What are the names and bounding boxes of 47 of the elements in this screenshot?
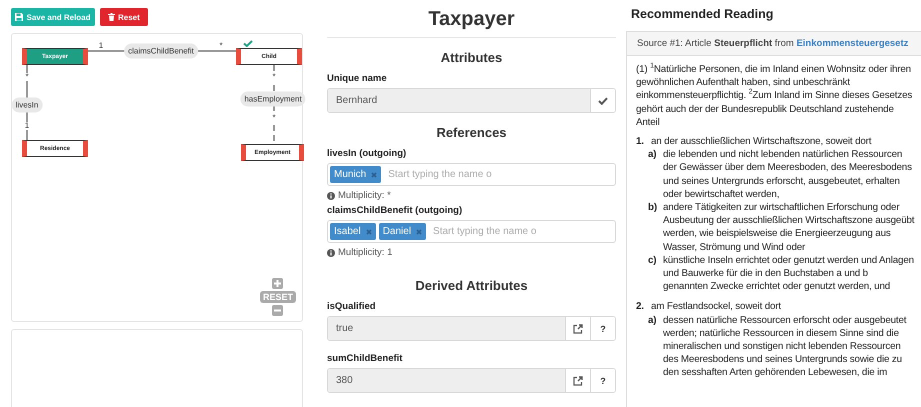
list-letter: a) (648, 148, 658, 162)
reset-button[interactable]: Reset (100, 8, 148, 26)
field-label: claimsChildBenefit (outgoing) (327, 205, 464, 216)
trash-icon (108, 13, 115, 21)
association-label[interactable]: hasEmployment (240, 92, 306, 106)
list-letter: a) (648, 314, 658, 328)
section-title: Recommended Reading (631, 7, 774, 21)
list-item-text: am Festlandsockel, soweit dort (651, 300, 782, 314)
reference-field[interactable]: Isabel Daniel Start typing the name o (327, 220, 616, 243)
remove-icon[interactable] (371, 172, 378, 178)
reference-field[interactable]: Munich Start typing the name o (327, 163, 616, 186)
multiplicity-label: 1 (98, 42, 104, 50)
association-label[interactable]: claimsChildBenefit (124, 44, 198, 58)
section-heading: Derived Attributes (414, 278, 529, 293)
section-heading: Attributes (440, 50, 504, 65)
multiplicity-label: * (24, 73, 30, 81)
multiplicity-hint: Multiplicity: * (338, 190, 391, 201)
reference-tag[interactable]: Daniel (378, 223, 426, 240)
multiplicity-label: * (271, 73, 277, 81)
list-item-text: künstliche Inseln errichtet oder genutzt werden und Anlagen und Bauwerke für die in den Buchstaben a und b genannten Zwecke errichtet oder genutzt werden, und (663, 254, 915, 294)
list-letter: b) (648, 201, 658, 216)
remove-icon[interactable] (416, 228, 422, 234)
law-link[interactable]: Einkommensteuergesetz (796, 38, 908, 49)
multiplicity-hint: Multiplicity: 1 (338, 247, 392, 258)
multiplicity-label: 1 (24, 122, 30, 130)
list-item-text: dessen natürliche Ressourcen erforscht oder ausgebeutet werden; natürliche Ressourcen in diesem Sinne sind die mineralischen und sonstigen nicht lebenden Ressourcen des Meeresbodens und seines Untergrunds sowie die zu den sesshaften Arten gehörenden Lebewesen, die im (663, 314, 908, 380)
entity-title: Taxpayer (327, 8, 616, 38)
reference-tag[interactable]: Munich (330, 166, 382, 183)
list-item-text: an der ausschließlichen Wirtschaftszone, soweit dort (651, 135, 872, 148)
list-number: 1. (636, 135, 645, 148)
field-label: Unique name (327, 73, 388, 84)
remove-icon[interactable] (366, 228, 372, 234)
zoom-in-icon[interactable] (272, 278, 284, 289)
law-paragraph: (1) $^{1}$Natürliche Personen, die im Inland einen Wohnsitz oder ihren gewöhnlichen Aufenthalt haben, sind unbeschränkt einkommensteuerpflichtig. $^{2}$Zum Inland im Sinne dieses Gesetzes gehört auch der der Bundesrepublik Deutschland zustehende Anteil (636, 63, 914, 130)
field-label: sumChildBenefit (327, 353, 404, 364)
source-line: Source #1: Article Steuerpflicht from Einkommensteuergesetz (637, 38, 910, 49)
multiplicity-label: * (271, 114, 277, 122)
reference-tag[interactable]: Isabel (330, 223, 376, 240)
section-heading: References (435, 125, 508, 140)
list-number: 2. (636, 300, 645, 314)
field-label: isQualified (327, 301, 377, 312)
list-letter: c) (648, 254, 658, 268)
zoom-out-icon[interactable] (272, 305, 284, 316)
info-icon (327, 192, 335, 200)
field-label: livesIn (outgoing) (327, 148, 408, 159)
association-label[interactable]: livesIn (12, 98, 42, 112)
info-icon (327, 248, 335, 256)
